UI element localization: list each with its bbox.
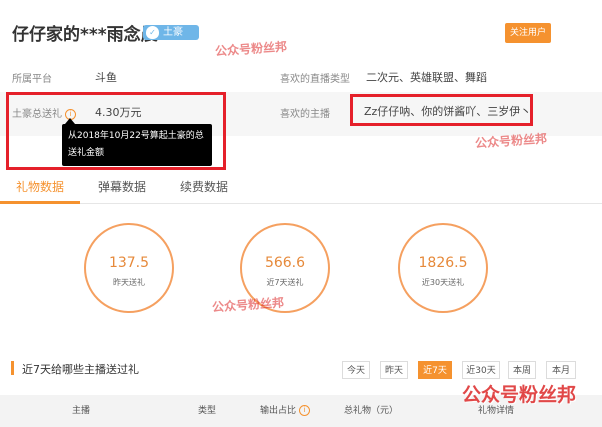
- info-row-platform: 所属平台 斗鱼 喜欢的直播类型 二次元、英雄联盟、舞蹈: [0, 60, 602, 90]
- shield-icon: ✓: [146, 26, 159, 39]
- tab-gift-data[interactable]: 礼物数据: [16, 178, 64, 195]
- follow-user-button[interactable]: 关注用户: [505, 23, 551, 43]
- stat-value: 566.6: [264, 255, 306, 271]
- stat-value: 137.5: [108, 255, 150, 271]
- watermark: 公众号粉丝邦: [474, 131, 548, 151]
- watermark: 公众号粉丝邦: [211, 295, 285, 315]
- tycoon-badge: ✓ 土豪: [143, 25, 199, 40]
- stat-caption: 近30天送礼: [421, 278, 465, 287]
- active-tab-indicator: [0, 201, 80, 204]
- stat-caption: 昨天送礼: [113, 278, 145, 287]
- filter-yesterday-button[interactable]: 昨天: [380, 361, 408, 379]
- stat-yesterday: 137.5 昨天送礼: [84, 223, 174, 313]
- column-header-type: 类型: [198, 406, 217, 416]
- tab-danmaku-data[interactable]: 弹幕数据: [98, 178, 146, 195]
- live-type-value: 二次元、英雄联盟、舞蹈: [366, 71, 487, 84]
- watermark: 公众号粉丝邦: [462, 384, 577, 406]
- fav-streamer-label: 喜欢的主播: [280, 109, 330, 120]
- page-title: 仔仔家的***雨念晨: [12, 25, 158, 45]
- platform-label: 所属平台: [12, 74, 52, 85]
- badge-label: 土豪: [163, 27, 183, 38]
- filter-today-button[interactable]: 今天: [342, 361, 370, 379]
- filter-7-days-button[interactable]: 近7天: [418, 361, 452, 379]
- column-header-streamer: 主播: [72, 406, 91, 416]
- stat-value: 1826.5: [418, 255, 468, 271]
- stat-caption: 近7天送礼: [266, 278, 304, 287]
- filter-30-days-button[interactable]: 近30天: [462, 361, 500, 379]
- watermark: 公众号粉丝邦: [214, 39, 288, 59]
- tab-renewal-data[interactable]: 续费数据: [180, 178, 228, 195]
- section-accent-bar: [11, 361, 14, 375]
- info-icon[interactable]: i: [299, 405, 311, 416]
- filter-this-month-button[interactable]: 本月: [546, 361, 576, 379]
- live-type-label: 喜欢的直播类型: [280, 74, 350, 85]
- filter-this-week-button[interactable]: 本周: [508, 361, 536, 379]
- column-header-output-share: 输出占比 i: [260, 403, 311, 416]
- highlight-box-streamers: [350, 94, 533, 126]
- stat-30-days: 1826.5 近30天送礼: [398, 223, 488, 313]
- platform-value: 斗鱼: [95, 71, 117, 84]
- tabs-divider: [0, 203, 602, 204]
- section-title: 近7天给哪些主播送过礼: [22, 363, 139, 376]
- column-header-total-gift: 总礼物（元）: [344, 406, 399, 416]
- highlight-box-gift: [6, 92, 226, 170]
